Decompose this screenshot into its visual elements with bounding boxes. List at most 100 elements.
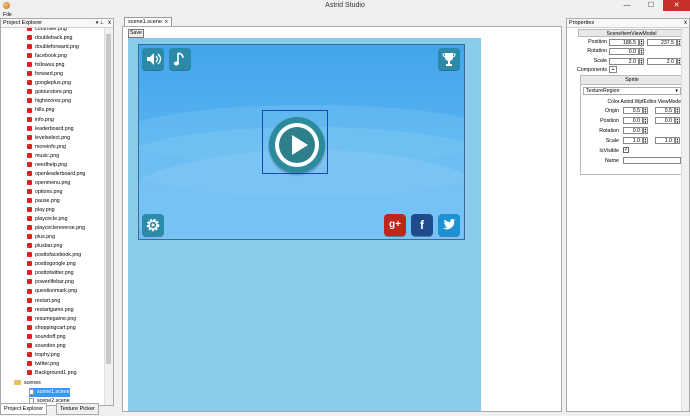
position-x-input[interactable]: 186.5 [609,39,639,46]
name-input[interactable] [623,157,681,164]
sprite-scale-x-spinner[interactable]: ▲ ▼ [643,137,648,144]
properties-scrollbar[interactable] [681,28,689,411]
position-x-spinner[interactable]: ▲ ▼ [639,39,644,46]
settings-button[interactable] [142,214,164,236]
scroll-thumb[interactable] [106,34,111,364]
image-file-icon [27,198,32,204]
tree-file-item[interactable]: followus.png [27,61,64,70]
tree-file-item[interactable]: gotourstore.png [27,88,72,97]
tree-file-item[interactable]: trophy.png [27,351,60,360]
tree-file-item[interactable]: playcircle.png [27,215,67,224]
tab-texture-picker[interactable]: Texture Picker [56,403,99,415]
origin-x-spinner[interactable]: ▲ ▼ [643,107,648,114]
scale-y-input[interactable]: 2.0 [647,58,677,65]
close-panel-icon[interactable]: x [108,19,111,27]
twitter-button[interactable] [438,214,460,236]
tree-file-item[interactable]: posttofacebook.png [27,251,81,260]
close-tab-icon[interactable]: x [165,19,168,25]
tree-file-item[interactable]: soundoff.png [27,333,66,342]
tree-file-label: posttofacebook.png [35,252,82,259]
tree-file-item[interactable]: soundon.png [27,342,66,351]
tree-file-item[interactable]: posttogoogle.png [27,260,76,269]
origin-y-input[interactable]: 0.5 [655,107,675,114]
add-component-button[interactable]: + [609,66,617,73]
image-file-icon [27,179,32,185]
tree-file-item[interactable]: play.png [27,206,55,215]
tree-file-item[interactable]: hills.png [27,106,54,115]
sprite-position-y-input[interactable]: 0.0 [655,117,675,124]
tree-file-item[interactable]: pause.png [27,197,60,206]
tree-file-item[interactable]: twitter.png [27,360,59,369]
sprite-rotation-spinner[interactable]: ▲ ▼ [643,127,648,134]
tree-file-item[interactable]: questionmark.png [27,287,77,296]
sprite-scale-x-input[interactable]: 1.0 [623,137,643,144]
tree-file-item[interactable]: music.png [27,152,59,161]
tree-scene-item[interactable]: scene1.scene [29,387,70,397]
sprite-position-x-input[interactable]: 0.0 [623,117,643,124]
tree-file-item[interactable]: moreinfo.png [27,143,66,152]
tree-file-item[interactable]: restart.png [27,297,60,306]
minimize-button[interactable]: — [615,0,639,11]
selection-rectangle[interactable] [262,110,328,174]
sprite-position-y-spinner[interactable]: ▲ ▼ [675,117,680,124]
tree-file-item[interactable]: highscores.png [27,97,71,106]
tree-file-item[interactable]: options.png [27,188,62,197]
tree-file-item[interactable]: plusbar.png [27,242,62,251]
save-button[interactable]: Save [128,29,144,38]
facebook-icon: f [420,218,424,232]
tree-file-item[interactable]: facebook.png [27,52,67,61]
tree-file-item[interactable]: resumegame.png [27,315,76,324]
texture-region-dropdown[interactable]: TextureRegion ▾ [583,87,681,95]
tree-file-item[interactable]: restartgame.png [27,306,74,315]
google-plus-button[interactable]: g+ [384,214,406,236]
scale-x-input[interactable]: 2.0 [609,58,639,65]
tree-file-item[interactable]: Background1.png [27,369,77,378]
pin-icon[interactable]: ▾ ⊥ [96,19,104,27]
tree-file-item[interactable]: posttotwitter.png [27,269,74,278]
sprite-scale-y-spinner[interactable]: ▲ ▼ [675,137,680,144]
tree-file-item[interactable]: playcirclereverse.png [27,224,85,233]
rotation-input[interactable]: 0.0 [609,48,639,55]
tree-file-item[interactable]: openleaderboard.png [27,170,85,179]
tab-project-explorer[interactable]: Project Explorer [0,403,48,415]
tree-file-label: posttotwitter.png [35,270,74,277]
close-window-button[interactable]: ✕ [663,0,690,11]
image-file-icon [27,152,32,158]
isvisible-checkbox[interactable]: ✓ [623,147,629,153]
trophy-button[interactable] [438,48,460,70]
tree-file-item[interactable]: doubleforward.png [27,43,79,52]
sprite-scale-y-input[interactable]: 1.0 [655,137,675,144]
tree-file-item[interactable]: levelselect.png [27,134,70,143]
close-panel-icon[interactable]: x [684,19,687,27]
maximize-button[interactable]: ☐ [639,0,663,11]
tree-file-item[interactable]: plus.png [27,233,55,242]
position-y-input[interactable]: 237.5 [647,39,677,46]
facebook-button[interactable]: f [411,214,433,236]
tree-file-item[interactable]: googleplus.png [27,79,71,88]
origin-y-spinner[interactable]: ▲ ▼ [675,107,680,114]
tree-file-item[interactable]: powerlifebar.png [27,278,74,287]
scene-canvas[interactable]: g+ f E:\Temp\Astrid\images\BackgroundE:\… [128,38,481,411]
tree-file-item[interactable]: openmenu.png [27,179,70,188]
image-file-icon [27,243,32,249]
scale-x-spinner[interactable]: ▲ ▼ [639,58,644,65]
rotation-spinner[interactable]: ▲ ▼ [639,48,644,55]
origin-x-input[interactable]: 0.5 [623,107,643,114]
tree-file-item[interactable]: info.png [27,116,54,125]
project-explorer-title: Project Explorer [3,20,43,26]
tree-file-item[interactable]: forward.png [27,70,63,79]
sound-button[interactable] [142,48,164,70]
tree-file-item[interactable]: leaderboard.png [27,125,74,134]
image-file-icon [27,360,32,366]
image-file-icon [27,116,32,122]
tree-scrollbar[interactable] [104,28,113,405]
tree-file-item[interactable]: doubleback.png [27,34,72,43]
tree-file-item[interactable]: shoppingcart.png [27,324,76,333]
sprite-position-x-spinner[interactable]: ▲ ▼ [643,117,648,124]
scale-label: Scale [593,58,607,64]
tree-folder-scenes[interactable]: scenes [14,379,41,388]
tab-scene1[interactable]: scene1.scene x [124,17,172,26]
music-button[interactable] [169,48,191,70]
sprite-rotation-input[interactable]: 0.0 [623,127,643,134]
tree-file-item[interactable]: needhelp.png [27,161,67,170]
